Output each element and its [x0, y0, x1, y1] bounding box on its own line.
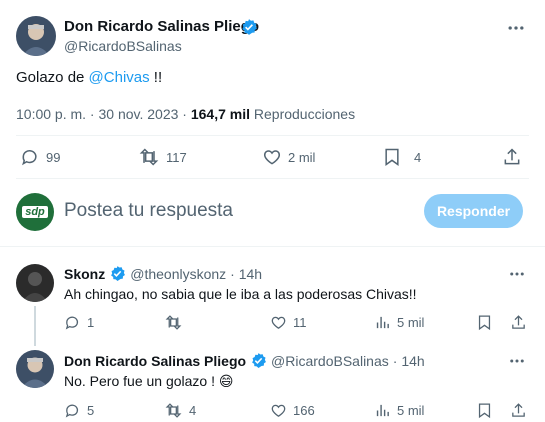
reply-time[interactable]: · 14h: [393, 353, 425, 369]
bookmark-action[interactable]: 4: [382, 147, 421, 167]
retweet-action[interactable]: 4: [164, 402, 196, 419]
views-count: 164,7 mil: [190, 106, 250, 122]
heart-icon: [270, 314, 287, 331]
heart-icon: [262, 147, 282, 167]
verified-badge-icon: [109, 265, 126, 282]
reply-action[interactable]: 1: [64, 314, 94, 331]
like-count: 11: [293, 315, 307, 330]
avatar-image: [16, 16, 56, 56]
reply-button[interactable]: Responder: [424, 194, 523, 228]
like-count: 2 mil: [288, 149, 316, 165]
reply-action[interactable]: 5: [64, 402, 94, 419]
views-action[interactable]: 5 mil: [374, 402, 424, 419]
reply-count: 99: [46, 149, 61, 165]
retweet-count: 117: [166, 149, 187, 165]
tweet-text-prefix: Golazo de: [16, 69, 89, 86]
divider: [16, 178, 529, 179]
share-icon[interactable]: [510, 314, 527, 331]
retweet-action[interactable]: 117: [138, 147, 187, 167]
tweet-text: Golazo de @Chivas !!: [16, 69, 162, 86]
reply-header: Don Ricardo Salinas Pliego @RicardoBSali…: [64, 352, 425, 369]
reply-count: 5: [87, 403, 95, 418]
verified-badge-icon: [250, 352, 267, 369]
retweet-icon: [164, 402, 183, 419]
like-action[interactable]: 166: [270, 402, 315, 419]
retweet-icon: [138, 147, 160, 167]
like-action[interactable]: 2 mil: [262, 147, 315, 167]
retweet-action[interactable]: [164, 314, 189, 331]
more-options-icon[interactable]: [508, 352, 526, 370]
like-action[interactable]: 11: [270, 314, 307, 331]
views-label: Reproducciones: [253, 106, 356, 122]
reply-avatar[interactable]: [16, 264, 54, 302]
tweet-text-suffix: !!: [149, 69, 163, 86]
reply-header: Skonz @theonlyskonz · 14h: [64, 265, 262, 282]
reply-text: No. Pero fue un golazo ! 😄: [64, 373, 234, 389]
share-icon[interactable]: [510, 402, 527, 419]
avatar-image: [16, 264, 54, 302]
retweet-count: 4: [189, 403, 197, 418]
bookmark-icon[interactable]: [476, 314, 493, 331]
reply-author-name[interactable]: Skonz: [64, 266, 105, 282]
views-count: 5 mil: [397, 403, 425, 418]
reply-count: 1: [87, 315, 95, 330]
share-icon[interactable]: [502, 147, 522, 167]
reply-handle[interactable]: @RicardoBSalinas: [271, 353, 389, 369]
thread-line: [34, 306, 36, 346]
reply-handle[interactable]: @theonlyskonz: [130, 266, 226, 282]
author-handle[interactable]: @RicardoBSalinas: [64, 38, 182, 54]
compose-input[interactable]: Postea tu respuesta: [64, 200, 233, 222]
reply-text: Ah chingao, no sabia que le iba a las po…: [64, 286, 417, 302]
reply-time[interactable]: · 14h: [230, 266, 262, 282]
reply-icon: [64, 402, 81, 419]
reply-author-name[interactable]: Don Ricardo Salinas Pliego: [64, 353, 246, 369]
author-name[interactable]: Don Ricardo Salinas Pliego: [64, 18, 259, 35]
views-count: 5 mil: [397, 315, 425, 330]
avatar-image: [16, 350, 54, 388]
compose-avatar-text: sdp: [22, 206, 48, 218]
more-options-icon[interactable]: [506, 18, 526, 38]
divider: [0, 246, 545, 247]
tweet-meta: 10:00 p. m. · 30 nov. 2023 · 164,7 mil R…: [16, 106, 355, 122]
tweet-timestamp[interactable]: 10:00 p. m. · 30 nov. 2023 ·: [16, 106, 191, 122]
heart-icon: [270, 402, 287, 419]
reply-avatar[interactable]: [16, 350, 54, 388]
views-chart-icon: [374, 402, 391, 419]
mention-link[interactable]: @Chivas: [89, 69, 150, 86]
author-avatar[interactable]: [16, 16, 56, 56]
like-count: 166: [293, 403, 315, 418]
more-options-icon[interactable]: [508, 265, 526, 283]
views-chart-icon: [374, 314, 391, 331]
bookmark-count: 4: [414, 149, 422, 165]
retweet-icon: [164, 314, 183, 331]
views-action[interactable]: 5 mil: [374, 314, 424, 331]
compose-avatar: sdp: [16, 193, 54, 231]
reply-icon: [20, 147, 40, 167]
reply-action[interactable]: 99: [20, 147, 60, 167]
divider: [16, 135, 529, 136]
bookmark-icon[interactable]: [476, 402, 493, 419]
verified-badge-icon: [240, 18, 258, 36]
bookmark-icon: [382, 147, 402, 167]
reply-icon: [64, 314, 81, 331]
